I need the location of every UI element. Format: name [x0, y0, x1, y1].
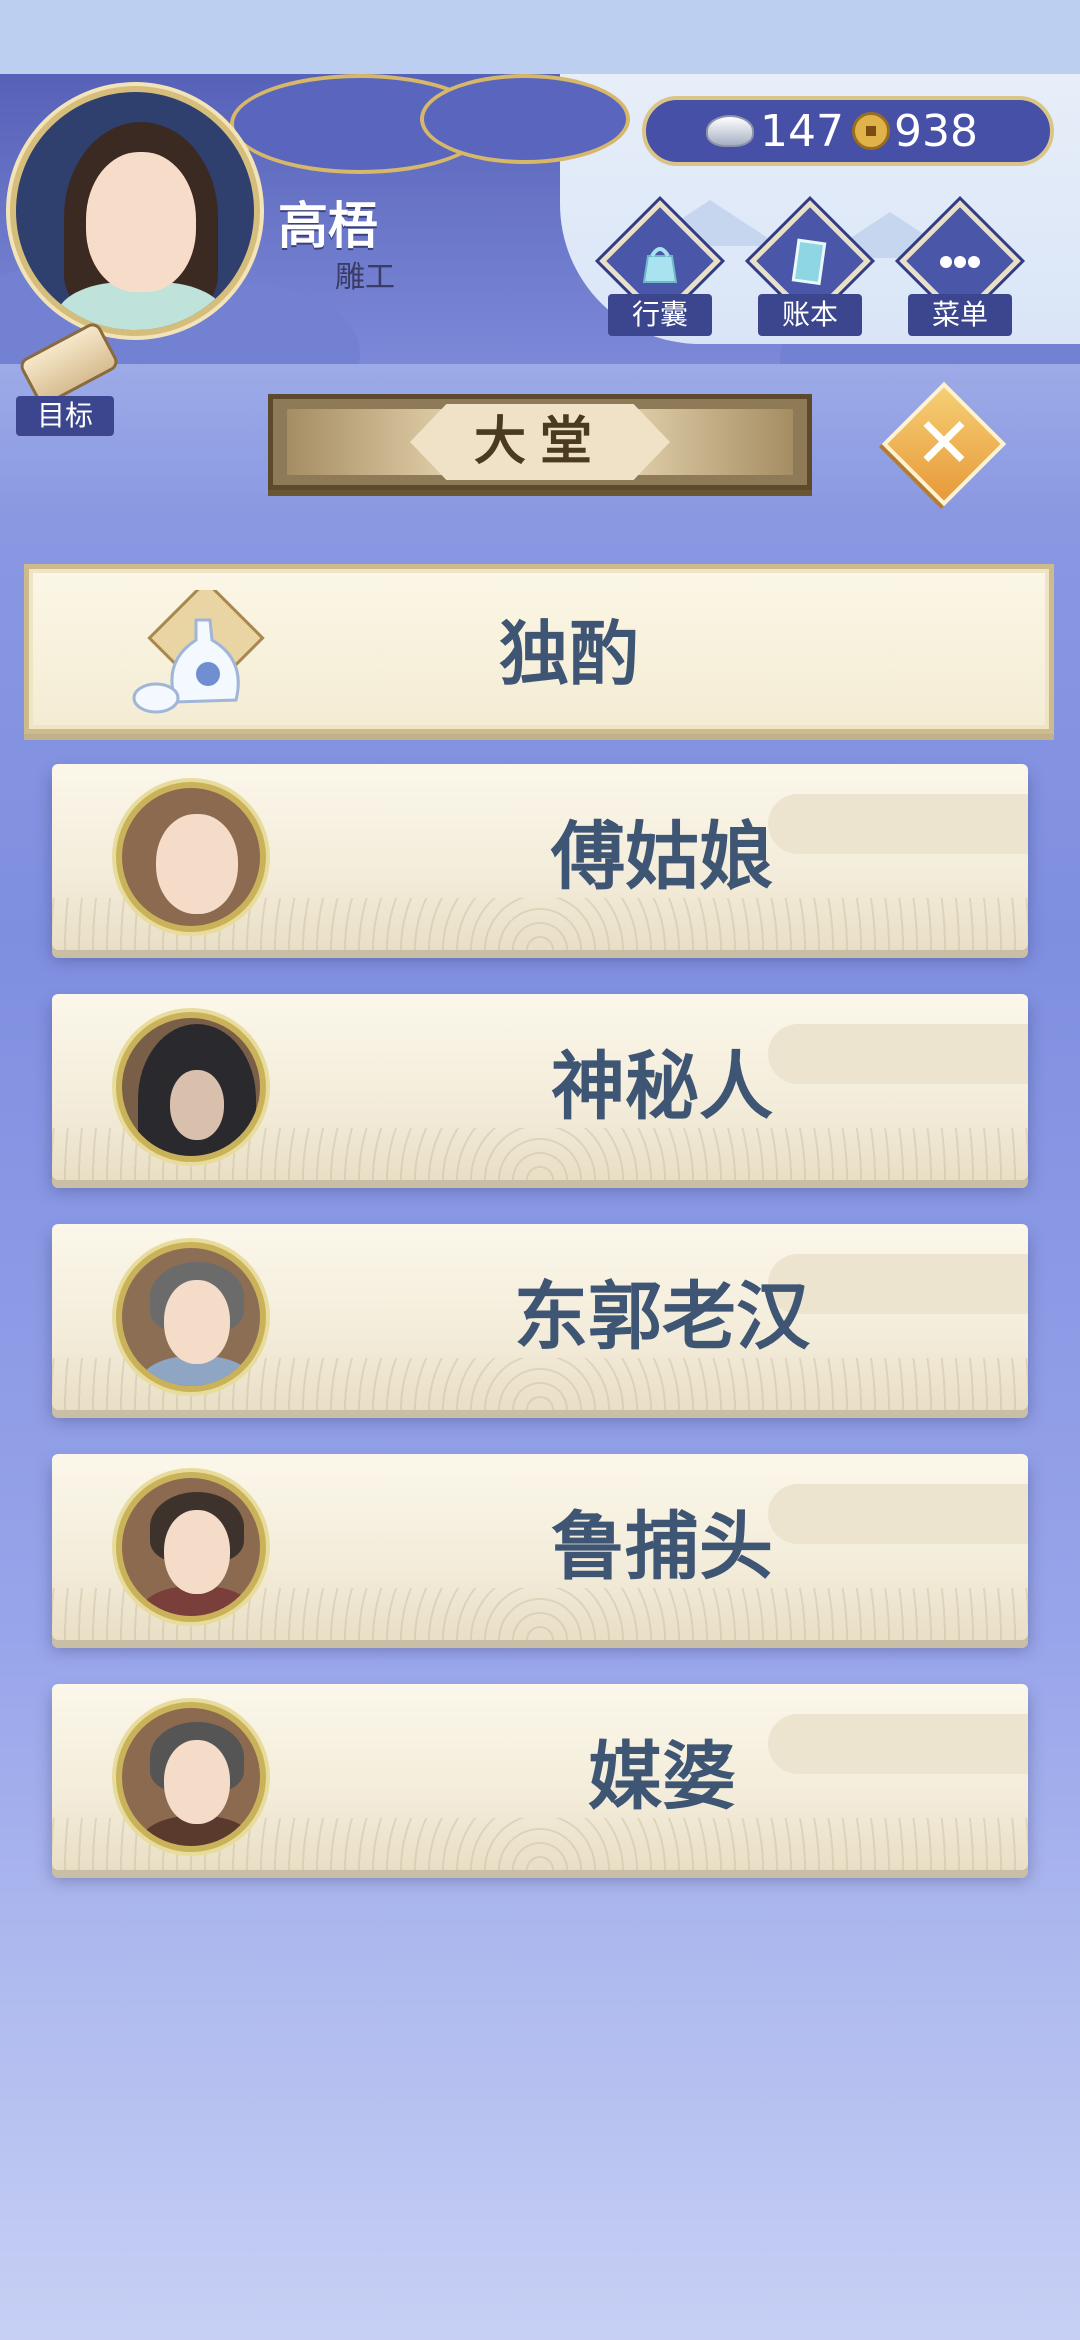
menu-label: 菜单 [908, 294, 1012, 336]
goal-label[interactable]: 目标 [16, 396, 114, 436]
silver-ingot-icon [706, 115, 754, 147]
character-name: 东郭老汉 [514, 1274, 810, 1360]
silver-count: 147 [760, 105, 844, 157]
character-portrait [116, 1472, 266, 1622]
player-name: 高梧 [278, 197, 378, 255]
more-dots-icon [940, 256, 980, 268]
character-name: 鲁捕头 [551, 1504, 773, 1590]
character-name: 神秘人 [551, 1044, 773, 1130]
ledger-label: 账本 [758, 294, 862, 336]
close-icon[interactable]: ✕ [900, 400, 988, 488]
character-portrait [116, 782, 266, 932]
status-bar [0, 0, 1080, 74]
character-name: 媒婆 [588, 1734, 736, 1820]
bag-label: 行囊 [608, 294, 712, 336]
copper-coin-icon [851, 112, 890, 150]
character-portrait [116, 1012, 266, 1162]
character-portrait [116, 1242, 266, 1392]
scene-title: 大堂 [473, 412, 606, 472]
ledger-book-icon [791, 238, 827, 286]
character-row-lu[interactable]: 鲁捕头 [52, 1454, 1028, 1640]
character-row-matchmaker[interactable]: 媒婆 [52, 1684, 1028, 1870]
cloud-decor [420, 74, 630, 164]
bag-icon [642, 247, 678, 283]
character-portrait [116, 1702, 266, 1852]
menu-button[interactable]: 菜单 [899, 200, 1021, 338]
coin-count: 938 [893, 105, 978, 157]
drink-alone-label: 独酌 [499, 613, 639, 695]
currency-panel: 147 938 [642, 96, 1054, 166]
bag-button[interactable]: 行囊 [599, 200, 721, 338]
character-row-mysterious[interactable]: 神秘人 [52, 994, 1028, 1180]
player-role: 雕工 [335, 260, 395, 295]
character-name: 傅姑娘 [551, 814, 773, 900]
wine-vase-icon [132, 590, 265, 714]
character-row-dongguo[interactable]: 东郭老汉 [52, 1224, 1028, 1410]
ledger-button[interactable]: 账本 [749, 200, 871, 338]
character-row-fu[interactable]: 傅姑娘 [52, 764, 1028, 950]
player-avatar[interactable] [10, 86, 260, 336]
